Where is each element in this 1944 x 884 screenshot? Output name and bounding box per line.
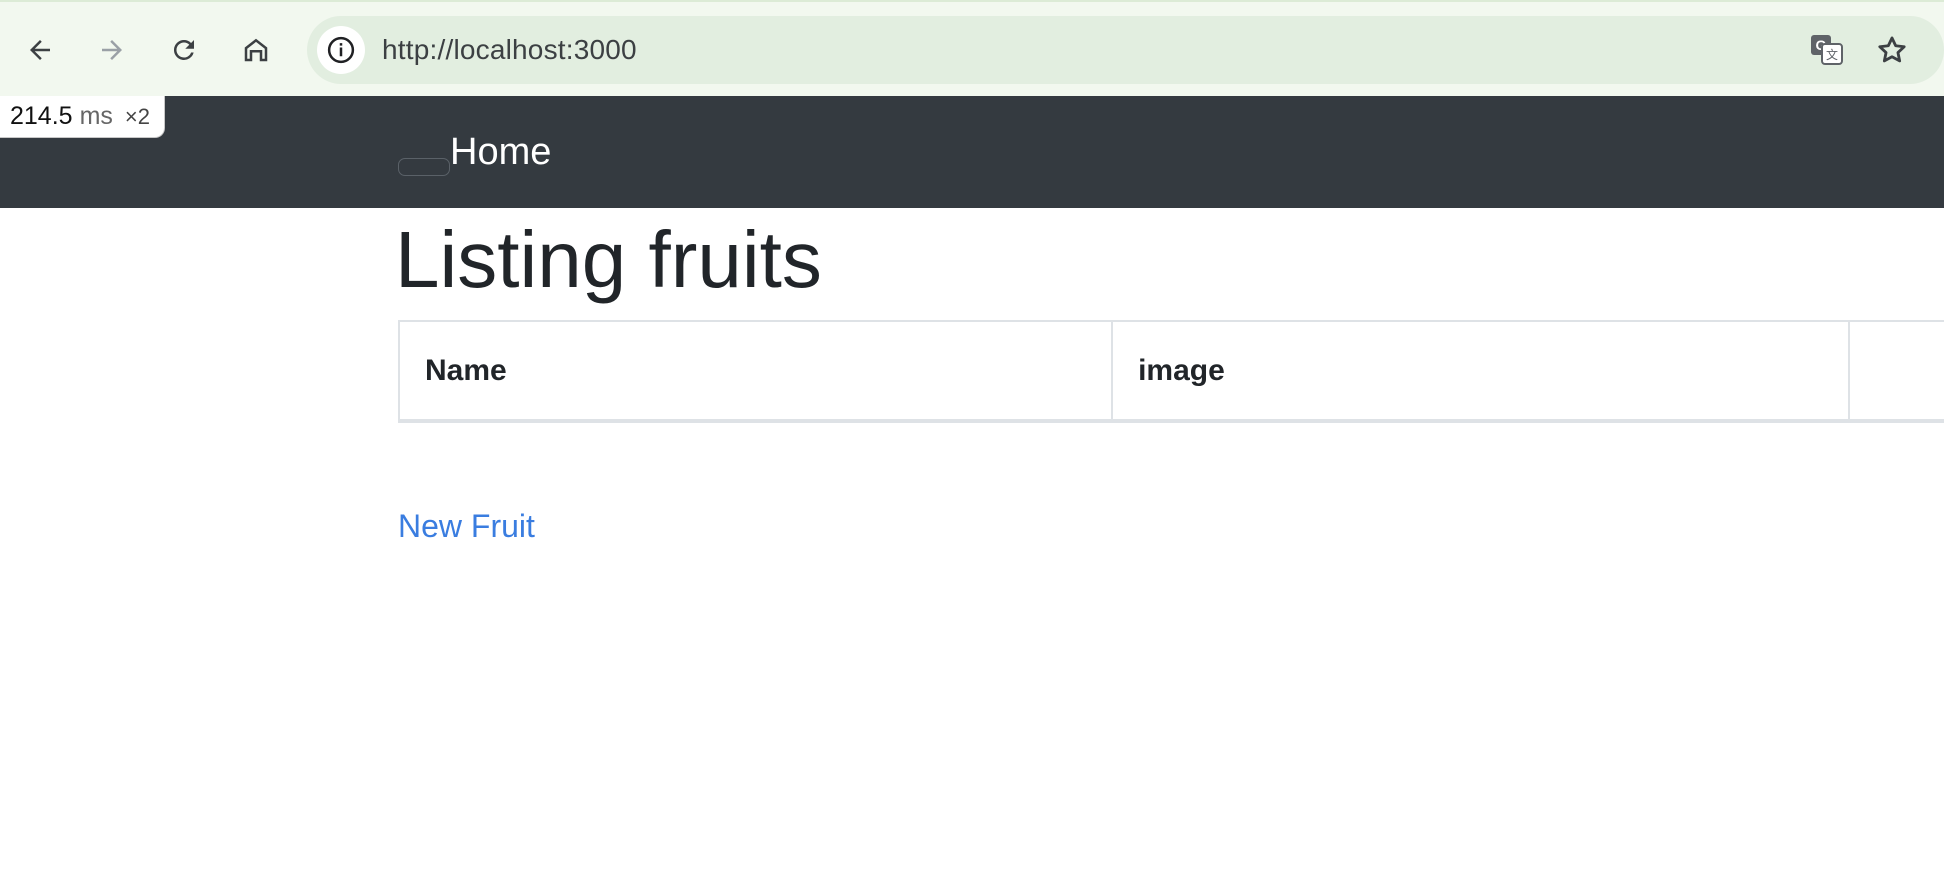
svg-text:文: 文 (1826, 47, 1838, 62)
site-info-button[interactable] (317, 26, 365, 74)
navbar-toggler-button[interactable] (398, 158, 450, 176)
forward-button[interactable] (88, 26, 136, 74)
table-header-row: Name image (397, 320, 1944, 423)
column-header-image: image (1111, 320, 1851, 423)
reload-button[interactable] (160, 26, 208, 74)
render-count: ×2 (124, 103, 150, 129)
new-fruit-link[interactable]: New Fruit (398, 506, 535, 546)
translate-button[interactable]: G 文 (1807, 30, 1847, 70)
table-header: Name image (397, 320, 1944, 423)
arrow-left-icon (30, 40, 50, 60)
url-text[interactable]: http://localhost:3000 (382, 33, 637, 67)
reload-icon (173, 39, 194, 60)
star-icon (1878, 36, 1906, 63)
fruits-table: Name image (397, 320, 1944, 423)
back-button[interactable] (16, 26, 64, 74)
translate-icon: G 文 (1811, 35, 1843, 65)
navbar-brand-home-link[interactable]: Home (450, 130, 551, 174)
page-title: Listing fruits (395, 215, 822, 304)
column-header-actions (1848, 320, 1944, 423)
render-time-unit: ms (79, 102, 113, 130)
arrow-right-icon (102, 40, 122, 60)
info-icon (327, 36, 355, 64)
home-icon (244, 38, 268, 62)
render-time-value: 214.5 (10, 102, 73, 130)
address-bar[interactable]: http://localhost:3000 G 文 (307, 16, 1944, 84)
column-header-name: Name (397, 320, 1114, 423)
app-navbar: Home (0, 96, 1944, 208)
render-time-badge: 214.5 ms ×2 (0, 96, 165, 138)
browser-toolbar: http://localhost:3000 G 文 (0, 0, 1944, 96)
bookmark-button[interactable] (1872, 30, 1912, 70)
home-button[interactable] (232, 26, 280, 74)
